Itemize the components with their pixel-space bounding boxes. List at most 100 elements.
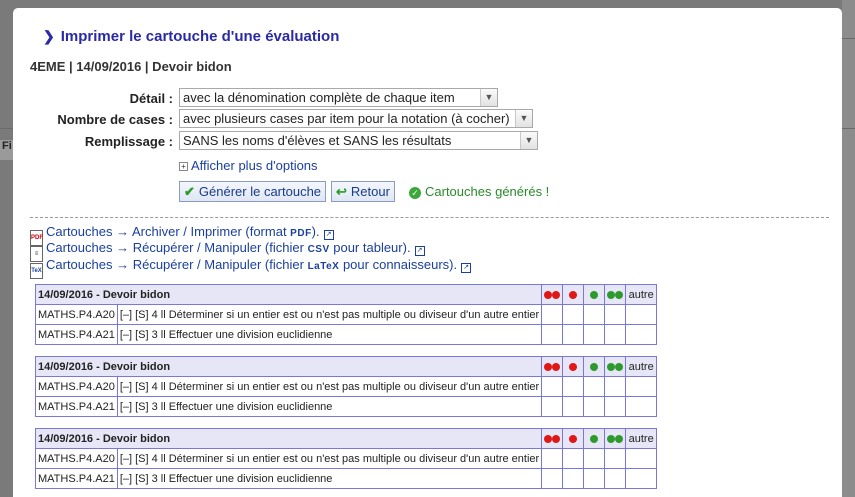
external-link-icon[interactable]: ↗	[414, 246, 425, 256]
generate-button-label: Générer le cartouche	[198, 184, 322, 199]
red-dot-icon	[562, 356, 585, 377]
item-code: MATHS.P4.A20	[35, 376, 118, 397]
nb-cases-select-value: avec plusieurs cases par item pour la no…	[183, 111, 510, 126]
link-format[interactable]: LaTeX	[308, 261, 340, 272]
table-header-row: 14/09/2016 - Devoir bidon autre	[34, 356, 658, 377]
green-dot-icon	[583, 428, 606, 449]
plus-icon[interactable]: +	[179, 162, 188, 171]
dashed-separator	[30, 217, 829, 218]
grade-cell	[562, 304, 585, 325]
grade-cell	[541, 304, 564, 325]
chevron-down-icon[interactable]: ▼	[520, 132, 537, 149]
nb-cases-select[interactable]: avec plusieurs cases par item pour la no…	[179, 109, 533, 128]
double-green-dot-icon	[604, 356, 627, 377]
link-text[interactable]: pour connaisseurs).	[339, 257, 457, 272]
grade-cell	[583, 324, 606, 345]
status-text: Cartouches générés !	[425, 184, 550, 199]
table-row: MATHS.P4.A21 [–] [S] 3 ll Effectuer une …	[35, 396, 658, 417]
item-text: [–] [S] 3 ll Effectuer une division eucl…	[116, 396, 543, 417]
grade-cell	[604, 324, 627, 345]
chevron-right-icon: ❯	[43, 28, 55, 44]
item-text: [–] [S] 4 ll Déterminer si un entier est…	[116, 304, 543, 325]
green-dot-icon	[583, 284, 606, 305]
grade-cell	[625, 396, 658, 417]
detail-label: Détail :	[129, 91, 173, 106]
return-arrow-icon: ↩	[336, 184, 347, 199]
link-text[interactable]: ).	[312, 224, 320, 239]
generate-button[interactable]: ✔ Générer le cartouche	[179, 181, 327, 202]
double-red-dot-icon	[541, 284, 564, 305]
status-message: ✓ Cartouches générés !	[409, 184, 549, 199]
double-green-dot-icon	[604, 428, 627, 449]
grade-cell	[604, 304, 627, 325]
remplissage-select-value: SANS les noms d'élèves et SANS les résul…	[183, 133, 452, 148]
item-code: MATHS.P4.A21	[35, 468, 118, 489]
autre-column-header: autre	[625, 284, 658, 305]
grade-cell	[541, 376, 564, 397]
double-red-dot-icon	[541, 428, 564, 449]
external-link-icon[interactable]: ↗	[323, 230, 334, 240]
link-text[interactable]: Cartouches → Récupérer / Manipuler (fich…	[46, 240, 308, 255]
grade-cell	[625, 324, 658, 345]
evaluation-subtitle: 4EME | 14/09/2016 | Devoir bidon	[30, 59, 232, 74]
table-header-row: 14/09/2016 - Devoir bidon autre	[34, 284, 658, 305]
table-row: MATHS.P4.A20 [–] [S] 4 ll Déterminer si …	[35, 376, 658, 397]
grade-cell	[583, 304, 606, 325]
item-code: MATHS.P4.A21	[35, 396, 118, 417]
grade-cell	[625, 376, 658, 397]
item-code: MATHS.P4.A20	[35, 304, 118, 325]
latex-download-link[interactable]: TeX Cartouches → Récupérer / Manipuler (f…	[30, 257, 472, 279]
grade-cell	[541, 396, 564, 417]
background-right-strip	[842, 0, 855, 497]
grade-cell	[541, 468, 564, 489]
grade-cell	[562, 468, 585, 489]
table-row: MATHS.P4.A21 [–] [S] 3 ll Effectuer une …	[35, 468, 658, 489]
red-dot-icon	[562, 428, 585, 449]
back-button[interactable]: ↩ Retour	[331, 181, 395, 202]
grade-cell	[604, 376, 627, 397]
cartouche-header: 14/09/2016 - Devoir bidon	[34, 428, 543, 449]
more-options-label[interactable]: Afficher plus d'options	[191, 158, 318, 173]
grade-cell	[583, 376, 606, 397]
grade-cell	[562, 448, 585, 469]
grade-cell	[583, 468, 606, 489]
item-code: MATHS.P4.A20	[35, 448, 118, 469]
back-button-label: Retour	[350, 184, 390, 199]
grade-cell	[625, 448, 658, 469]
grade-cell	[541, 324, 564, 345]
green-dot-icon	[583, 356, 606, 377]
link-format[interactable]: CSV	[308, 244, 330, 255]
detail-select[interactable]: avec la dénomination complète de chaque …	[179, 88, 498, 107]
background-divider	[842, 128, 855, 129]
chevron-down-icon[interactable]: ▼	[480, 89, 497, 106]
cartouche-table: 14/09/2016 - Devoir bidon autre MATHS.P4…	[34, 356, 658, 417]
remplissage-label: Remplissage :	[84, 134, 173, 149]
more-options-toggle[interactable]: + Afficher plus d'options	[179, 158, 318, 173]
autre-column-header: autre	[625, 356, 658, 377]
grade-cell	[562, 376, 585, 397]
item-text: [–] [S] 3 ll Effectuer une division eucl…	[116, 324, 543, 345]
background-divider	[842, 38, 855, 39]
item-code: MATHS.P4.A21	[35, 324, 118, 345]
item-text: [–] [S] 3 ll Effectuer une division eucl…	[116, 468, 543, 489]
detail-select-value: avec la dénomination complète de chaque …	[183, 90, 455, 105]
cartouche-table: 14/09/2016 - Devoir bidon autre MATHS.P4…	[34, 284, 658, 345]
link-format[interactable]: PDF	[290, 228, 312, 239]
cartouche-table: 14/09/2016 - Devoir bidon autre MATHS.P4…	[34, 428, 658, 489]
item-text: [–] [S] 4 ll Déterminer si un entier est…	[116, 376, 543, 397]
table-row: MATHS.P4.A20 [–] [S] 4 ll Déterminer si …	[35, 448, 658, 469]
cartouche-header: 14/09/2016 - Devoir bidon	[34, 356, 543, 377]
chevron-down-icon[interactable]: ▼	[515, 110, 532, 127]
grade-cell	[604, 396, 627, 417]
double-green-dot-icon	[604, 284, 627, 305]
link-text[interactable]: pour tableur).	[330, 240, 410, 255]
external-link-icon[interactable]: ↗	[461, 263, 472, 273]
cartouche-header: 14/09/2016 - Devoir bidon	[34, 284, 543, 305]
nb-cases-label: Nombre de cases :	[57, 112, 173, 127]
print-cartouche-dialog: ❯ Imprimer le cartouche d'une évaluation …	[13, 8, 842, 497]
link-text[interactable]: Cartouches → Récupérer / Manipuler (fich…	[46, 257, 308, 272]
tex-file-icon: TeX	[30, 263, 43, 279]
grade-cell	[625, 468, 658, 489]
remplissage-select[interactable]: SANS les noms d'élèves et SANS les résul…	[179, 131, 538, 150]
link-text[interactable]: Cartouches → Archiver / Imprimer (format	[46, 224, 290, 239]
